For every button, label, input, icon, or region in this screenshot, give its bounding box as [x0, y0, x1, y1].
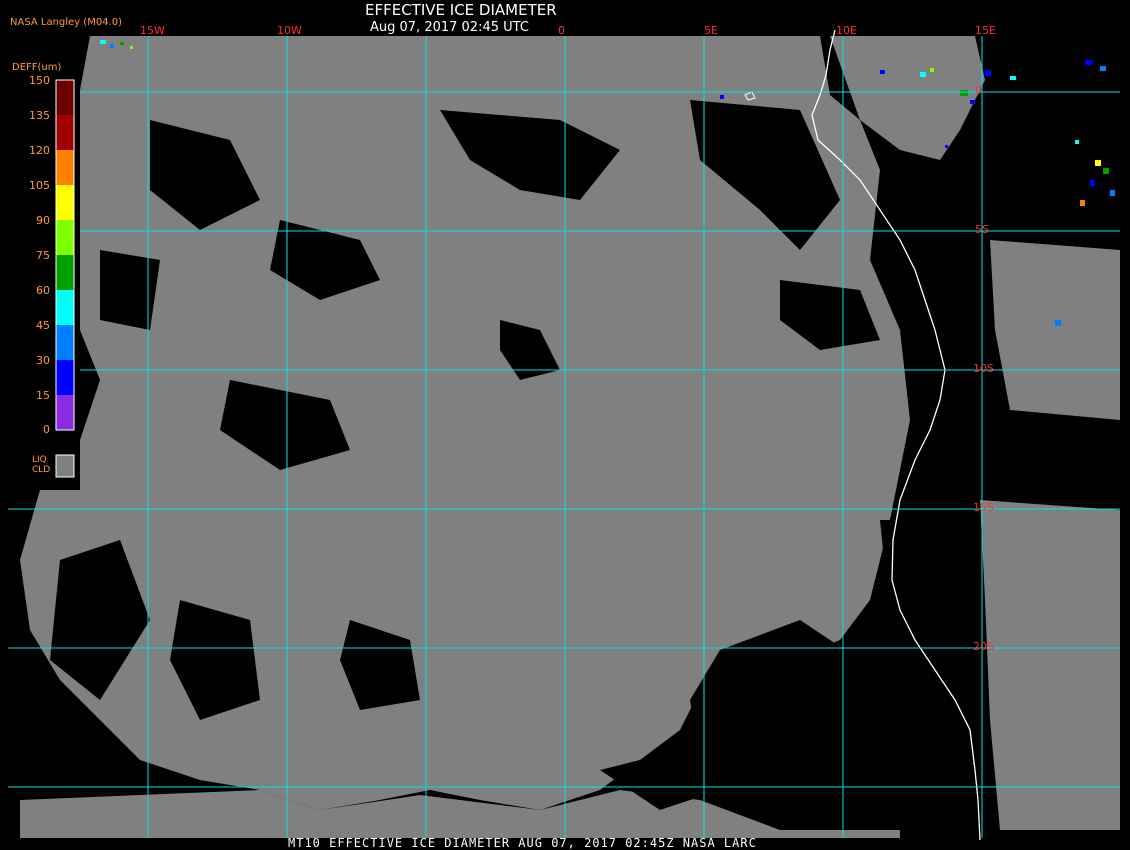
colorbar-tick: 0	[43, 423, 50, 436]
colorbar-tick: 30	[36, 354, 50, 367]
cloud-map	[0, 0, 1130, 850]
lon-label: 10E	[836, 24, 857, 37]
colorbar-tick: 45	[36, 319, 50, 332]
source-label: NASA Langley (M04.0)	[10, 17, 122, 28]
lon-label: 15E	[975, 24, 996, 37]
colorbar-tick: 75	[36, 249, 50, 262]
colorbar-title: DEFF(um)	[12, 62, 62, 73]
colorbar-tick: 150	[29, 74, 50, 87]
liquid-cloud-swatch	[55, 454, 75, 478]
lat-label: 20S	[973, 640, 994, 653]
colorbar-tick: 105	[29, 179, 50, 192]
colorbar-tick: 135	[29, 109, 50, 122]
liquid-cloud-label-2: CLD	[32, 465, 51, 475]
colorbar-tick: 15	[36, 389, 50, 402]
cloud-patch-east-mid	[990, 240, 1120, 420]
lat-label: 5S	[975, 223, 989, 236]
colorbar	[55, 79, 75, 478]
map-timestamp: Aug 07, 2017 02:45 UTC	[370, 20, 529, 35]
colorbar-tick: 120	[29, 144, 50, 157]
lon-label: 5E	[704, 24, 718, 37]
footer-caption: MT10 EFFECTIVE ICE DIAMETER AUG 07, 2017…	[288, 836, 757, 850]
colorbar-tick: 90	[36, 214, 50, 227]
colorbar-tick: 60	[36, 284, 50, 297]
map-title: EFFECTIVE ICE DIAMETER	[365, 1, 557, 19]
lat-label: 15S	[973, 501, 994, 514]
cloud-patch-southeast	[980, 500, 1120, 830]
lat-label: 10S	[973, 362, 994, 375]
lon-label: 15W	[140, 24, 165, 37]
lon-label: 0	[558, 24, 565, 37]
lon-label: 10W	[277, 24, 302, 37]
lat-label: 0	[975, 84, 982, 97]
